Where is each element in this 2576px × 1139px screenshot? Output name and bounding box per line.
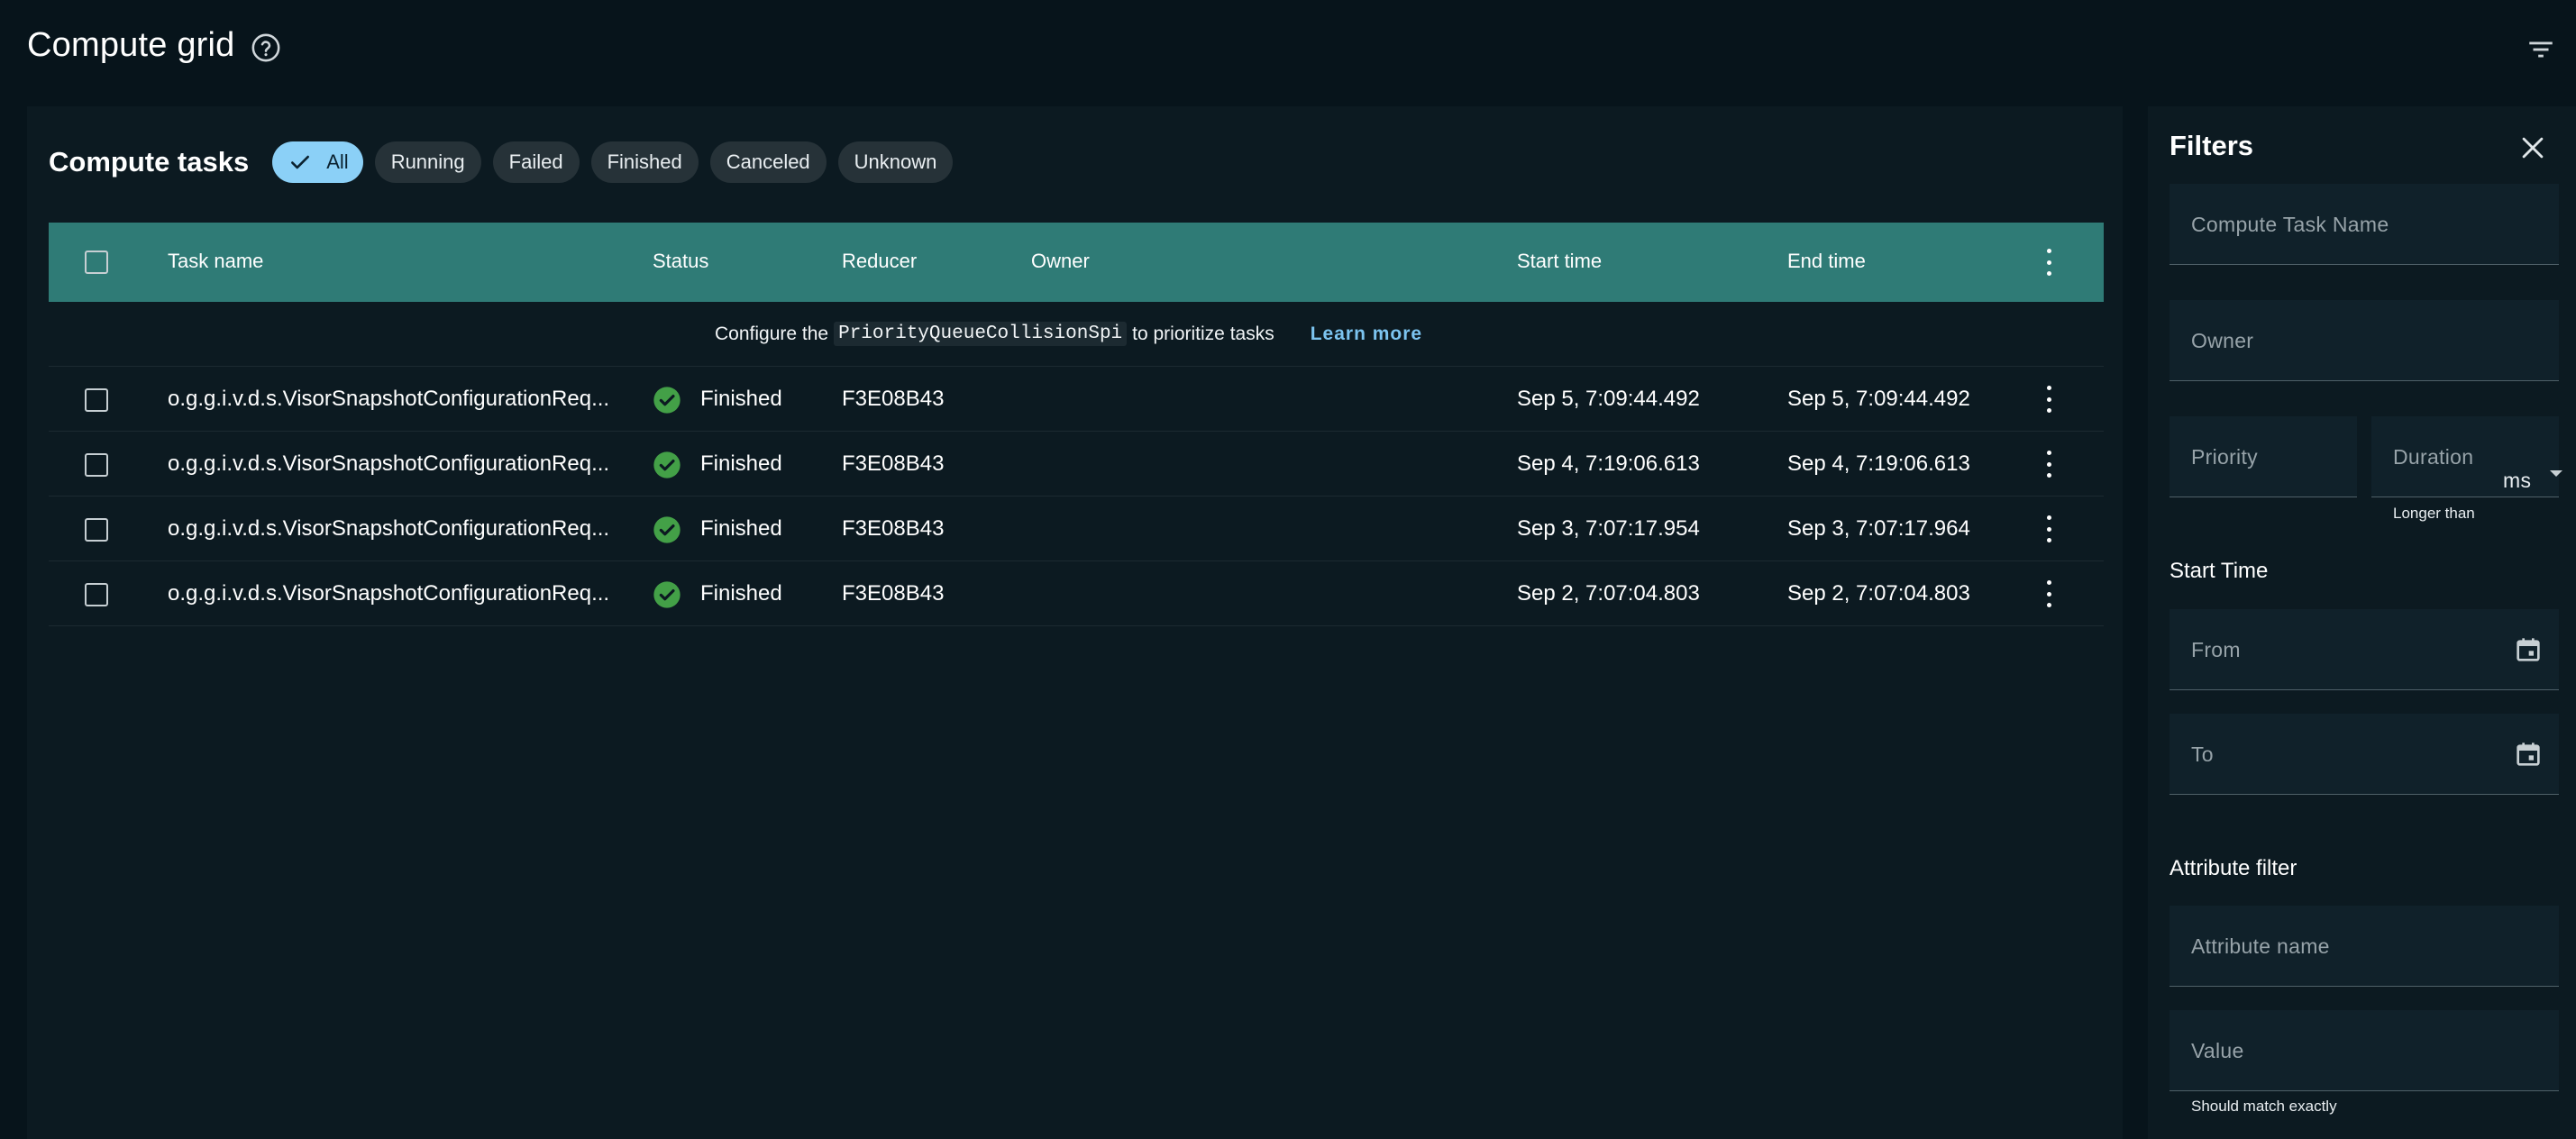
start-to-input[interactable]: To (2170, 714, 2559, 795)
check-circle-icon (653, 451, 681, 478)
task-end-time: Sep 2, 7:07:04.803 (1787, 581, 1970, 606)
task-name: o.g.g.i.v.d.s.VisorSnapshotConfiguration… (168, 516, 610, 541)
start-time-label: Start Time (2170, 559, 2269, 583)
chip-failed[interactable]: Failed (492, 141, 580, 183)
task-name: o.g.g.i.v.d.s.VisorSnapshotConfiguration… (168, 451, 610, 476)
chip-label: Unknown (854, 150, 937, 173)
row-checkbox[interactable] (85, 453, 108, 477)
duration-filter-input[interactable]: Duration ms (2371, 416, 2562, 497)
task-name: o.g.g.i.v.d.s.VisorSnapshotConfiguration… (168, 387, 610, 411)
task-start-time: Sep 4, 7:19:06.613 (1517, 451, 1700, 476)
table-row[interactable]: o.g.g.i.v.d.s.VisorSnapshotConfiguration… (49, 432, 2104, 497)
attribute-name-placeholder: Attribute name (2191, 934, 2330, 958)
task-status: Finished (700, 387, 782, 411)
row-menu-icon[interactable] (2044, 451, 2053, 478)
check-circle-icon (653, 516, 681, 543)
task-end-time: Sep 4, 7:19:06.613 (1787, 451, 1970, 476)
chip-finished[interactable]: Finished (590, 141, 699, 183)
chip-label: Failed (508, 150, 563, 173)
column-header-start-time[interactable]: Start time (1517, 250, 1602, 273)
table-row[interactable]: o.g.g.i.v.d.s.VisorSnapshotConfiguration… (49, 561, 2104, 626)
help-circle-icon[interactable] (251, 32, 281, 63)
task-start-time: Sep 5, 7:09:44.492 (1517, 387, 1700, 411)
tasks-title: Compute tasks (49, 146, 250, 178)
info-suffix: to prioritize tasks (1132, 323, 1274, 344)
task-reducer: F3E08B43 (842, 581, 945, 606)
columns-menu-icon[interactable] (2044, 249, 2053, 276)
attribute-name-input[interactable]: Attribute name (2170, 906, 2559, 987)
value-placeholder: Value (2191, 1039, 2244, 1062)
priority-filter-input[interactable]: Priority (2170, 416, 2357, 497)
tasks-header: Compute tasks All Running Failed Finishe… (49, 139, 964, 186)
top-bar: Compute grid (0, 0, 2576, 106)
filters-title: Filters (2170, 130, 2254, 161)
duration-unit-select[interactable]: ms (2503, 469, 2531, 493)
from-placeholder: From (2191, 638, 2241, 661)
collision-spi-info: Configure the PriorityQueueCollisionSpi … (49, 302, 2104, 367)
task-status: Finished (700, 451, 782, 476)
check-icon (291, 155, 310, 169)
chip-label: Finished (607, 150, 682, 173)
task-end-time: Sep 5, 7:09:44.492 (1787, 387, 1970, 411)
task-name: o.g.g.i.v.d.s.VisorSnapshotConfiguration… (168, 581, 610, 606)
info-prefix: Configure the (715, 323, 829, 344)
owner-placeholder: Owner (2191, 329, 2254, 352)
task-reducer: F3E08B43 (842, 451, 945, 476)
chevron-down-icon[interactable] (2550, 470, 2562, 477)
value-helper-text: Should match exactly (2191, 1098, 2337, 1115)
chip-running[interactable]: Running (374, 141, 481, 183)
row-menu-icon[interactable] (2044, 580, 2053, 607)
owner-filter-input[interactable]: Owner (2170, 300, 2559, 381)
chip-unknown[interactable]: Unknown (837, 141, 954, 183)
column-header-task-name[interactable]: Task name (168, 250, 263, 273)
close-icon[interactable] (2517, 132, 2548, 163)
chip-all[interactable]: All (272, 141, 363, 183)
calendar-icon[interactable] (2514, 635, 2543, 664)
task-start-time: Sep 2, 7:07:04.803 (1517, 581, 1700, 606)
row-checkbox[interactable] (85, 583, 108, 606)
chip-label: Running (390, 150, 465, 173)
table-header: Task name Status Reducer Owner Start tim… (49, 223, 2104, 302)
row-checkbox[interactable] (85, 388, 108, 412)
task-name-placeholder: Compute Task Name (2191, 213, 2389, 236)
priority-placeholder: Priority (2191, 445, 2258, 469)
check-circle-icon (653, 581, 681, 608)
tasks-table: Task name Status Reducer Owner Start tim… (49, 223, 2104, 626)
task-status: Finished (700, 516, 782, 541)
attribute-value-input[interactable]: Value (2170, 1010, 2559, 1091)
task-status: Finished (700, 581, 782, 606)
select-all-checkbox[interactable] (85, 251, 108, 274)
task-reducer: F3E08B43 (842, 516, 945, 541)
chip-canceled[interactable]: Canceled (709, 141, 827, 183)
page-title: Compute grid (27, 26, 235, 64)
column-header-end-time[interactable]: End time (1787, 250, 1866, 273)
filter-list-icon[interactable] (2526, 34, 2556, 65)
column-header-owner[interactable]: Owner (1031, 250, 1090, 273)
row-checkbox[interactable] (85, 518, 108, 542)
chip-label: All (326, 150, 349, 173)
task-start-time: Sep 3, 7:07:17.954 (1517, 516, 1700, 541)
chip-label: Canceled (726, 150, 810, 173)
learn-more-link[interactable]: Learn more (1311, 323, 1422, 345)
check-circle-icon (653, 387, 681, 414)
column-header-reducer[interactable]: Reducer (842, 250, 917, 273)
start-from-input[interactable]: From (2170, 609, 2559, 690)
task-end-time: Sep 3, 7:07:17.964 (1787, 516, 1970, 541)
column-header-status[interactable]: Status (653, 250, 708, 273)
table-row[interactable]: o.g.g.i.v.d.s.VisorSnapshotConfiguration… (49, 497, 2104, 561)
filters-panel: Filters Compute Task Name Owner Priority… (2148, 106, 2576, 1139)
table-row[interactable]: o.g.g.i.v.d.s.VisorSnapshotConfiguration… (49, 367, 2104, 432)
attribute-filter-label: Attribute filter (2170, 856, 2297, 880)
compute-tasks-panel: Compute tasks All Running Failed Finishe… (27, 106, 2123, 1139)
row-menu-icon[interactable] (2044, 515, 2053, 542)
calendar-icon[interactable] (2514, 740, 2543, 769)
duration-helper-text: Longer than (2393, 505, 2475, 522)
task-name-filter-input[interactable]: Compute Task Name (2170, 184, 2559, 265)
to-placeholder: To (2191, 743, 2214, 766)
row-menu-icon[interactable] (2044, 386, 2053, 413)
duration-placeholder: Duration (2393, 445, 2474, 469)
info-code: PriorityQueueCollisionSpi (834, 322, 1128, 346)
task-reducer: F3E08B43 (842, 387, 945, 411)
